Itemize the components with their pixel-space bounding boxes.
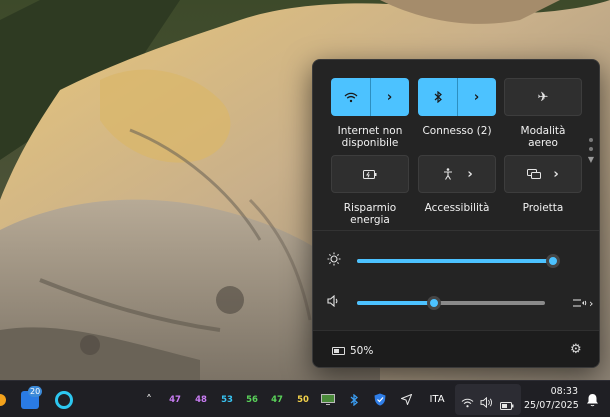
wifi-icon: [461, 393, 474, 412]
chevron-down-icon[interactable]: ▼: [587, 156, 595, 164]
volume-slider[interactable]: [357, 296, 545, 310]
wifi-toggle[interactable]: ›: [331, 78, 409, 116]
tile-label: Accessibilità: [424, 202, 490, 214]
tile-airplane: ✈ Modalità aereo: [504, 78, 582, 149]
battery-saver-toggle[interactable]: [331, 155, 409, 193]
tray-number: 47: [169, 394, 181, 405]
bluetooth-toggle[interactable]: ›: [418, 78, 496, 116]
tile-label: Risparmio energia: [343, 202, 397, 226]
divider: [313, 230, 599, 231]
brightness-fill: [357, 259, 553, 263]
chevron-right-icon: ›: [473, 89, 480, 105]
tile-label: Connesso (2): [422, 125, 492, 137]
notification-center-icon[interactable]: [580, 381, 604, 417]
quick-settings-panel: › Internet non disponibile › Connesso (2…: [312, 59, 600, 368]
chevron-up-icon[interactable]: ˄: [140, 381, 158, 417]
tray-number: 47: [271, 394, 283, 405]
airplane-icon: ✈: [537, 89, 549, 105]
tile-bluetooth: › Connesso (2): [418, 78, 496, 137]
brightness-slider-row: [327, 251, 587, 271]
accessibility-expand-button[interactable]: ›: [451, 156, 489, 192]
wifi-icon[interactable]: [331, 78, 370, 116]
tile-accessibility: › Accessibilità: [418, 155, 496, 214]
tiles-pager[interactable]: ▼: [587, 138, 595, 164]
tray-temp-icon[interactable]: 47: [166, 381, 184, 417]
bluetooth-expand-button[interactable]: ›: [457, 78, 496, 116]
battery-saver-icon: [363, 169, 377, 179]
tray-number: 48: [195, 394, 207, 405]
tray-temp-icon[interactable]: 48: [192, 381, 210, 417]
quick-settings-footer: 50% ⚙: [313, 330, 599, 367]
project-toggle[interactable]: ›: [504, 155, 582, 193]
tile-project: › Proietta: [504, 155, 582, 214]
cortana-icon[interactable]: [53, 381, 75, 417]
pager-dot[interactable]: [589, 147, 593, 151]
tile-label: Modalità aereo: [520, 125, 566, 149]
tray-temp-icon[interactable]: 53: [218, 381, 236, 417]
volume-thumb[interactable]: [427, 296, 441, 310]
security-shield-icon[interactable]: [370, 381, 390, 417]
pager-dot[interactable]: [589, 138, 593, 142]
bluetooth-icon[interactable]: [344, 381, 364, 417]
chevron-right-icon: ›: [467, 166, 473, 182]
chevron-right-icon: ›: [589, 296, 594, 310]
tile-label: Internet non disponibile: [337, 125, 403, 149]
brightness-slider[interactable]: [357, 254, 560, 268]
battery-icon: [500, 395, 514, 414]
bluetooth-icon[interactable]: [418, 78, 457, 116]
taskbar: 20 ˄ 47 48 53 56 47 50 ITA 08:33 25/07/2…: [0, 380, 610, 417]
tray-temp-icon[interactable]: 47: [268, 381, 286, 417]
wifi-expand-button[interactable]: ›: [370, 78, 409, 116]
brightness-thumb[interactable]: [546, 254, 560, 268]
tray-number: 56: [246, 394, 258, 405]
tile-label: Proietta: [522, 202, 564, 214]
audio-output-icon: [573, 299, 587, 307]
airplane-mode-toggle[interactable]: ✈: [504, 78, 582, 116]
tile-battery-saver: Risparmio energia: [331, 155, 409, 226]
clock-time: 08:33: [550, 386, 578, 397]
accessibility-toggle[interactable]: ›: [418, 155, 496, 193]
tray-number: 50: [297, 394, 309, 405]
battery-status[interactable]: 50%: [332, 345, 373, 357]
battery-percentage: 50%: [350, 345, 374, 357]
notification-badge: 20: [28, 386, 43, 397]
tray-temp-icon[interactable]: 50: [294, 381, 312, 417]
tray-number: 53: [221, 394, 233, 405]
gear-icon[interactable]: ⚙: [570, 342, 582, 357]
location-icon[interactable]: [396, 381, 416, 417]
brightness-icon: [327, 252, 345, 270]
quick-settings-tiles: › Internet non disponibile › Connesso (2…: [313, 60, 599, 230]
tray-temp-icon[interactable]: 56: [243, 381, 261, 417]
clock[interactable]: 08:33 25/07/2025: [524, 385, 579, 413]
volume-fill: [357, 301, 434, 305]
taskbar-app-icon[interactable]: [0, 381, 6, 417]
speaker-icon: [480, 393, 493, 412]
language-indicator[interactable]: ITA: [424, 381, 450, 417]
battery-icon: [332, 347, 345, 355]
chevron-right-icon: ›: [553, 166, 559, 182]
speaker-icon[interactable]: [327, 294, 345, 311]
clock-date: 25/07/2025: [524, 400, 579, 411]
monitor-app-icon[interactable]: [318, 381, 338, 417]
project-expand-button[interactable]: ›: [537, 156, 575, 192]
chevron-right-icon: ›: [386, 89, 393, 105]
network-volume-battery-button[interactable]: [455, 384, 521, 415]
audio-output-button[interactable]: ›: [573, 293, 593, 313]
volume-slider-row: ›: [327, 293, 593, 313]
tile-wifi: › Internet non disponibile: [331, 78, 409, 149]
